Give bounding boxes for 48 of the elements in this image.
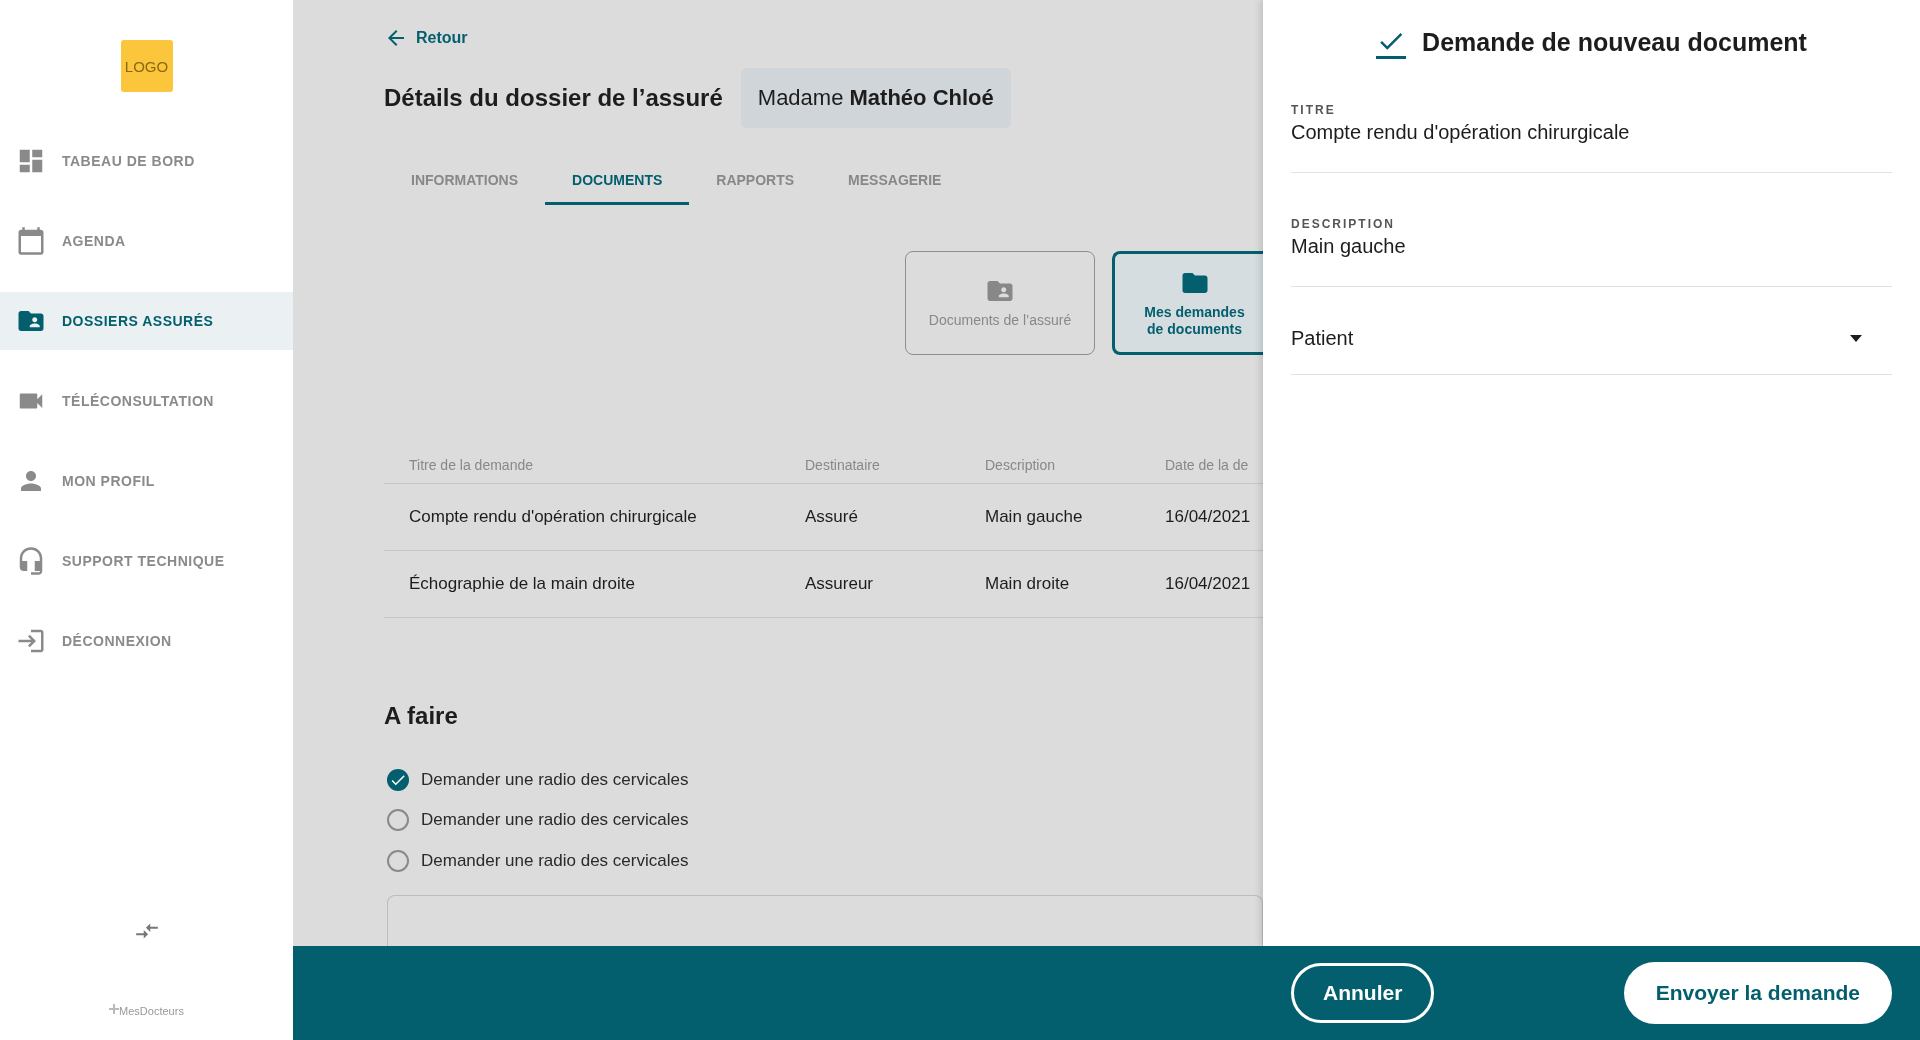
table-cell-text: Main gauche — [985, 507, 1084, 527]
table-cell-text: Assureur — [805, 574, 875, 594]
table-cell-text: 16/04/2021 — [1165, 507, 1252, 527]
tab[interactable]: DOCUMENTS — [545, 154, 690, 205]
calendar-icon — [16, 226, 46, 256]
patient-name: Madame Mathéo Chloé — [740, 68, 1011, 128]
field-label: TITRE — [1291, 103, 1337, 117]
column-header: Description — [985, 457, 1057, 473]
nav-item[interactable]: MON PROFIL — [0, 452, 293, 510]
column-header: Date de la de — [1165, 457, 1250, 473]
nav-item[interactable]: DOSSIERS ASSURÉS — [0, 292, 293, 350]
document-category-card[interactable]: Mes demandes de documents — [1112, 251, 1263, 355]
tab[interactable]: INFORMATIONS — [384, 154, 546, 205]
cancel-button[interactable]: Annuler — [1291, 963, 1435, 1023]
section-title: A faire — [384, 702, 459, 730]
logo: LOGO — [120, 40, 173, 92]
send-button[interactable]: Envoyer la demande — [1623, 962, 1892, 1024]
text-field[interactable]: Compte rendu d'opération chirurgicale — [1291, 121, 1892, 144]
dropdown-caret-icon — [1850, 335, 1862, 342]
table-cell-text: Main droite — [985, 574, 1071, 594]
text-field[interactable]: Main gauche — [1291, 235, 1892, 258]
task-checkbox[interactable] — [387, 809, 409, 832]
column-header: Titre de la demande — [409, 457, 534, 473]
table-cell-text: 16/04/2021 — [1165, 574, 1252, 594]
nav-item[interactable]: AGENDA — [0, 212, 293, 270]
nav-item[interactable]: TABEAU DE BORD — [0, 132, 293, 190]
nav-item[interactable]: TÉLÉCONSULTATION — [0, 372, 293, 430]
field-label: DESCRIPTION — [1291, 217, 1396, 231]
back-link[interactable]: Retour — [384, 26, 468, 50]
task-label: Demander une radio des cervicales — [421, 850, 689, 871]
plus-icon — [109, 1004, 120, 1014]
tab[interactable]: MESSAGERIE — [821, 154, 969, 205]
task-checkbox[interactable] — [387, 849, 409, 872]
select-field[interactable]: Patient — [1291, 327, 1892, 375]
task-label: Demander une radio des cervicales — [421, 770, 689, 791]
column-header: Destinataire — [805, 457, 881, 473]
tab[interactable]: RAPPORTS — [689, 154, 822, 205]
task-checkbox[interactable] — [387, 769, 409, 792]
table-cell-text: Assuré — [805, 507, 859, 527]
nav-item[interactable]: SUPPORT TECHNIQUE — [0, 532, 293, 590]
page-title: Détails du dossier de l’assuré — [384, 84, 723, 112]
document-category-card[interactable]: Documents de l’assuré — [905, 251, 1095, 355]
panel-title: Demande de nouveau document — [1422, 28, 1807, 57]
table-cell-text: Échographie de la main droite — [409, 574, 636, 594]
nav-item[interactable]: DÉCONNEXION — [0, 612, 293, 670]
brand-name: MesDocteurs — [119, 1004, 184, 1018]
table-cell-text: Compte rendu d'opération chirurgicale — [409, 507, 698, 527]
task-label: Demander une radio des cervicales — [421, 810, 689, 831]
